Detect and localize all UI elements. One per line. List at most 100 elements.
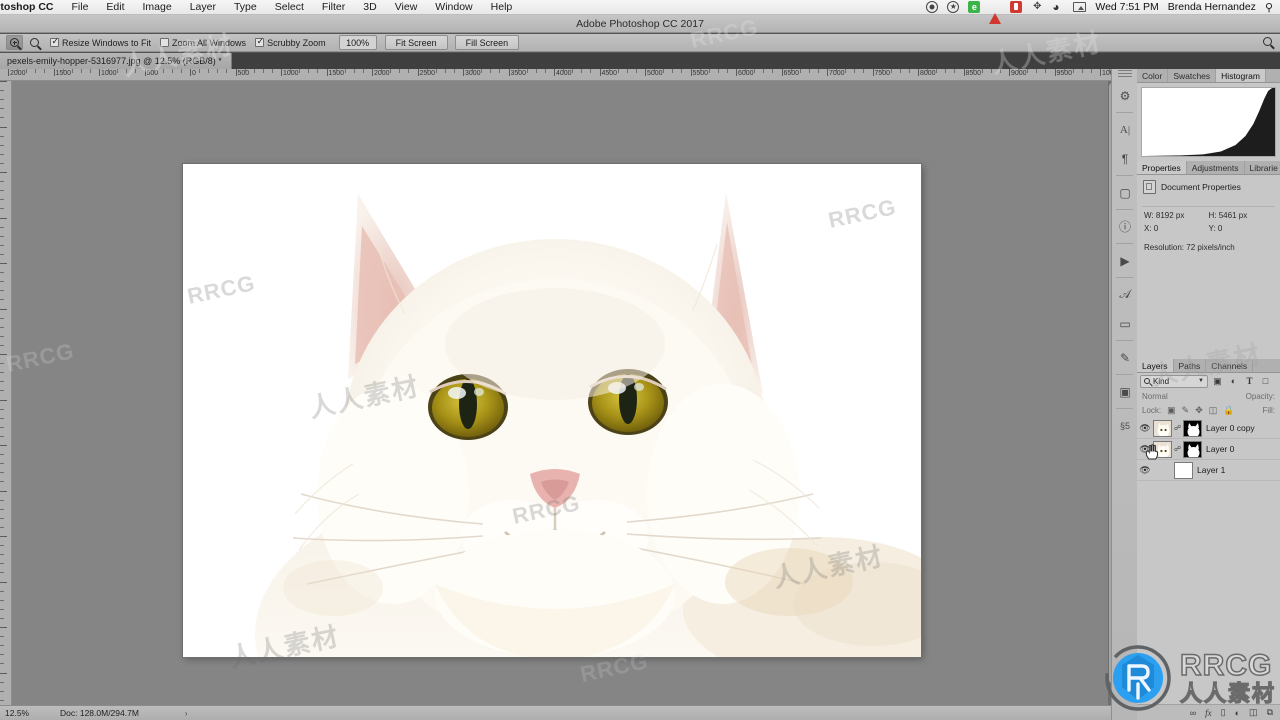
resize-windows-option[interactable]: Resize Windows to Fit bbox=[50, 36, 151, 48]
tab-color[interactable]: Color bbox=[1137, 69, 1169, 82]
property-y[interactable]: Y: 0 bbox=[1209, 224, 1274, 233]
menu-edit[interactable]: Edit bbox=[97, 1, 133, 13]
lock-artboard-icon[interactable]: ◫ bbox=[1209, 405, 1218, 416]
horizontal-ruler[interactable]: 2000 1500 1000 500 0 500 1000 1500 2000 2500 3000 3… bbox=[0, 69, 1117, 81]
layer-mask-thumbnail[interactable] bbox=[1183, 440, 1202, 458]
zoom-all-windows-checkbox[interactable] bbox=[160, 37, 170, 47]
resize-windows-checkbox[interactable] bbox=[50, 36, 59, 47]
property-width[interactable]: W: 8192 px bbox=[1144, 211, 1209, 220]
layer-thumbnail[interactable] bbox=[1153, 419, 1172, 437]
ruler-tick-minor bbox=[981, 69, 983, 73]
character-styles-icon[interactable]: 𝒜 bbox=[1112, 280, 1138, 309]
zoom-tool-icon[interactable] bbox=[6, 35, 23, 50]
timeline-icon[interactable]: ▶ bbox=[1112, 246, 1138, 275]
menubar-username[interactable]: Brenda Hernandez bbox=[1168, 1, 1256, 13]
blend-mode-select[interactable]: Normal bbox=[1142, 392, 1168, 401]
canvas-area[interactable]: RRCG 人人素材 RRCG 人人素材 RRCG 人人素材 bbox=[12, 81, 1117, 720]
actions-icon[interactable]: ▣ bbox=[1112, 377, 1138, 406]
menu-help[interactable]: Help bbox=[482, 1, 522, 13]
ruler-tick-minor bbox=[244, 69, 246, 73]
tab-adjustments[interactable]: Adjustments bbox=[1187, 161, 1245, 174]
fill-screen-button[interactable]: Fill Screen bbox=[454, 35, 520, 50]
lock-icon[interactable] bbox=[1010, 1, 1023, 13]
scrubby-zoom-checkbox[interactable] bbox=[255, 36, 264, 47]
mask-link-icon[interactable]: ☍ bbox=[1174, 445, 1181, 453]
accessibility-icon[interactable]: ★ bbox=[947, 1, 960, 13]
zoom-all-windows-option[interactable]: Zoom All Windows bbox=[160, 37, 246, 48]
property-height[interactable]: H: 5461 px bbox=[1209, 211, 1274, 220]
dock-handle[interactable] bbox=[1118, 70, 1132, 77]
wifi-icon[interactable]: ◕ bbox=[1052, 1, 1064, 13]
brushes-icon[interactable]: §5 bbox=[1112, 411, 1138, 440]
layer-visibility-icon[interactable]: 👁 bbox=[1137, 465, 1153, 476]
search-icon[interactable] bbox=[1263, 37, 1280, 48]
histogram-graph[interactable] bbox=[1141, 87, 1276, 157]
ruler-tick-minor bbox=[908, 69, 910, 73]
menubar-app-name[interactable]: otoshop CC bbox=[0, 1, 63, 13]
layer-name[interactable]: Layer 1 bbox=[1197, 465, 1225, 475]
ruler-tick-minor bbox=[171, 69, 173, 73]
zoom-percent-field[interactable]: 100% bbox=[338, 35, 377, 50]
notes-icon[interactable]: ✎ bbox=[1112, 343, 1138, 372]
document-canvas[interactable] bbox=[183, 164, 921, 657]
status-menu-arrow[interactable]: › bbox=[139, 709, 188, 718]
tab-channels[interactable]: Channels bbox=[1206, 359, 1254, 372]
menu-type[interactable]: Type bbox=[225, 1, 266, 13]
lock-all-icon[interactable]: 🔒 bbox=[1223, 405, 1234, 416]
screen-record-icon[interactable] bbox=[926, 1, 939, 13]
character-icon[interactable]: A| bbox=[1112, 115, 1138, 144]
tab-histogram[interactable]: Histogram bbox=[1216, 69, 1266, 82]
document-tab[interactable]: pexels-emily-hopper-5316977.jpg @ 12.5% … bbox=[0, 53, 232, 69]
menubar-clock[interactable]: Wed 7:51 PM bbox=[1095, 1, 1158, 13]
menu-filter[interactable]: Filter bbox=[313, 1, 354, 13]
tab-paths[interactable]: Paths bbox=[1174, 359, 1207, 372]
scrubby-zoom-option[interactable]: Scrubby Zoom bbox=[255, 36, 326, 48]
dropbox-icon[interactable] bbox=[989, 1, 1002, 24]
menu-file[interactable]: File bbox=[63, 1, 98, 13]
menu-3d[interactable]: 3D bbox=[354, 1, 385, 13]
lock-transparent-icon[interactable]: ▣ bbox=[1167, 405, 1176, 416]
tab-swatches[interactable]: Swatches bbox=[1168, 69, 1217, 82]
layer-mask-thumbnail[interactable] bbox=[1183, 419, 1202, 437]
tab-properties[interactable]: Properties bbox=[1137, 161, 1187, 174]
evernote-icon[interactable]: e bbox=[968, 1, 981, 13]
airplay-icon[interactable] bbox=[1073, 2, 1087, 12]
menu-select[interactable]: Select bbox=[266, 1, 313, 13]
menu-layer[interactable]: Layer bbox=[181, 1, 225, 13]
menu-window[interactable]: Window bbox=[426, 1, 481, 13]
zoom-out-icon[interactable] bbox=[26, 35, 43, 50]
color-wheel-icon[interactable]: ⚙ bbox=[1112, 81, 1138, 110]
shape-filter-icon[interactable]: □ bbox=[1259, 375, 1272, 388]
lock-image-icon[interactable]: ✎ bbox=[1182, 405, 1190, 416]
opacity-label[interactable]: Opacity: bbox=[1246, 392, 1275, 401]
layer-thumbnail[interactable] bbox=[1174, 461, 1193, 479]
layer-name[interactable]: Layer 0 bbox=[1206, 444, 1234, 454]
paragraph-styles-icon[interactable]: ▭ bbox=[1112, 309, 1138, 338]
search-icon[interactable]: ⚲ bbox=[1265, 1, 1273, 14]
status-zoom-level[interactable]: 12.5% bbox=[0, 708, 52, 718]
ruler-tick bbox=[0, 126, 7, 128]
vertical-ruler[interactable] bbox=[0, 81, 12, 720]
3d-icon[interactable]: ▢ bbox=[1112, 178, 1138, 207]
layer-kind-select[interactable]: Kind ▼ bbox=[1140, 374, 1208, 388]
info-icon[interactable]: ⓘ bbox=[1112, 212, 1138, 241]
type-filter-icon[interactable]: T bbox=[1243, 375, 1256, 388]
paragraph-icon[interactable]: ¶ bbox=[1112, 144, 1138, 173]
mask-link-icon[interactable]: ☍ bbox=[1174, 424, 1181, 432]
layer-visibility-icon[interactable]: 👁 bbox=[1137, 423, 1153, 434]
lock-position-icon[interactable]: ✥ bbox=[1195, 405, 1203, 416]
tab-libraries[interactable]: Librarie bbox=[1245, 161, 1280, 174]
ruler-tick-minor bbox=[71, 69, 73, 73]
table-row[interactable]: 👁 Layer 1 bbox=[1137, 460, 1280, 481]
layer-name[interactable]: Layer 0 copy bbox=[1206, 423, 1255, 433]
property-x[interactable]: X: 0 bbox=[1144, 224, 1209, 233]
adjustment-filter-icon[interactable]: ◐ bbox=[1227, 375, 1240, 388]
move-icon[interactable]: ✥ bbox=[1031, 1, 1043, 13]
tab-layers[interactable]: Layers bbox=[1137, 359, 1174, 372]
menu-view[interactable]: View bbox=[386, 1, 427, 13]
pixel-filter-icon[interactable]: ▣ bbox=[1211, 375, 1224, 388]
fit-screen-button[interactable]: Fit Screen bbox=[384, 35, 448, 50]
table-row[interactable]: 👁 ☍ bbox=[1137, 439, 1280, 460]
menu-image[interactable]: Image bbox=[134, 1, 181, 13]
table-row[interactable]: 👁 ☍ bbox=[1137, 418, 1280, 439]
